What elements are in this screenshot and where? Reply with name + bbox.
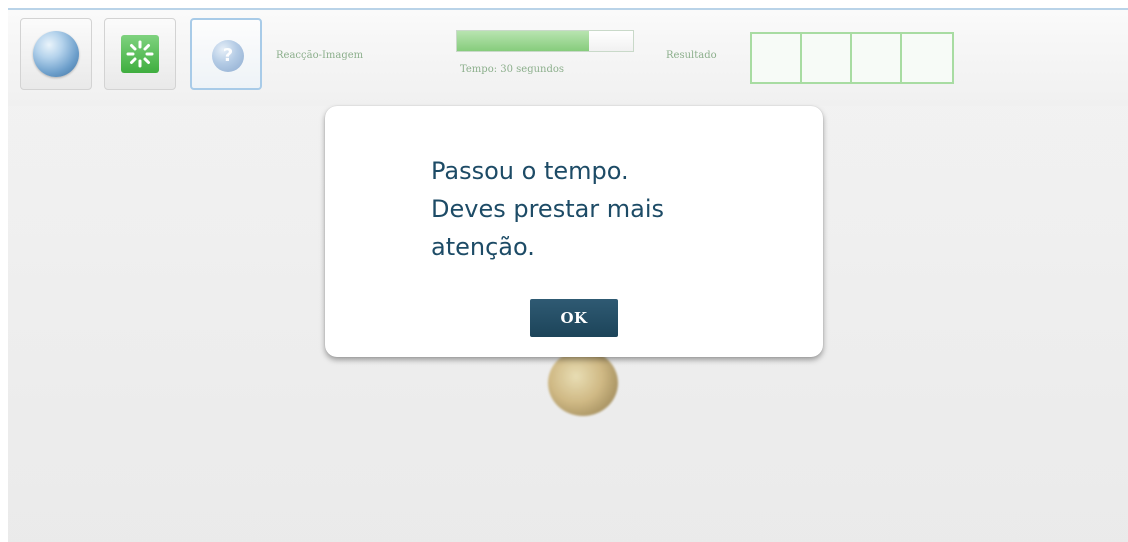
timer-label: Tempo: 30 segundos <box>460 64 565 75</box>
ok-button[interactable]: OK <box>530 299 618 337</box>
dialog-message-line: Deves prestar mais <box>431 195 665 223</box>
result-slot <box>802 34 852 82</box>
globe-button[interactable] <box>20 18 92 90</box>
result-slots <box>750 32 954 84</box>
help-button[interactable]: ? <box>190 18 262 90</box>
result-slot <box>852 34 902 82</box>
timer-progress-bar <box>456 30 634 52</box>
app-window: ? Reacção-Imagem Tempo: 30 segundos Resu… <box>8 8 1128 542</box>
loading-spokes-icon <box>126 40 154 68</box>
timer-progress-fill <box>457 31 589 51</box>
loading-icon <box>121 35 159 73</box>
reaction-label: Reacção-Imagem <box>276 50 364 61</box>
globe-icon <box>33 31 79 77</box>
result-slot <box>902 34 952 82</box>
result-label: Resultado <box>666 50 717 61</box>
toolbar: ? Reacção-Imagem Tempo: 30 segundos Resu… <box>8 10 1128 106</box>
result-slot <box>752 34 802 82</box>
help-icon: ? <box>212 40 244 72</box>
dialog-message-line: atenção. <box>431 233 535 261</box>
fruit-image <box>548 350 618 416</box>
refresh-button[interactable] <box>104 18 176 90</box>
timeout-dialog: Passou o tempo. Deves prestar mais atenç… <box>325 106 823 357</box>
dialog-message: Passou o tempo. Deves prestar mais atenç… <box>431 152 751 266</box>
dialog-message-line: Passou o tempo. <box>431 157 629 185</box>
